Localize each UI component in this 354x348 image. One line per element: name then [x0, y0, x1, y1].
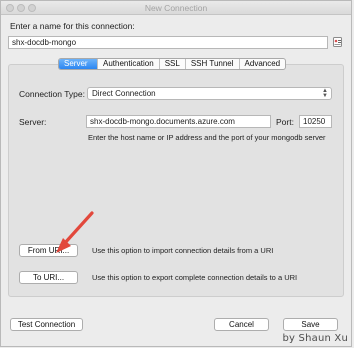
tab-authentication[interactable]: Authentication: [97, 59, 159, 69]
from-uri-button[interactable]: From URI...: [19, 244, 78, 257]
tab-server[interactable]: Server: [59, 59, 97, 69]
server-help-text: Enter the host name or IP address and th…: [88, 133, 326, 142]
updown-chevron-icon: ▲ ▼: [322, 88, 328, 99]
tab-advanced[interactable]: Advanced: [238, 59, 286, 69]
save-button[interactable]: Save: [283, 318, 338, 331]
to-uri-hint: Use this option to export complete conne…: [92, 273, 298, 282]
connection-name-label: Enter a name for this connection:: [10, 21, 135, 31]
server-label: Server:: [19, 117, 47, 127]
port-input[interactable]: 10250: [299, 115, 332, 128]
tab-ssl[interactable]: SSL: [158, 59, 185, 69]
connection-type-select[interactable]: Direct Connection ▲ ▼: [87, 87, 332, 100]
tab-bar: Server Authentication SSL SSH Tunnel Adv…: [58, 58, 287, 70]
cancel-button[interactable]: Cancel: [214, 318, 269, 331]
server-host-input[interactable]: shx-docdb-mongo.documents.azure.com: [86, 115, 271, 128]
connection-type-value: Direct Connection: [92, 89, 156, 98]
window-title: New Connection: [144, 3, 208, 13]
connection-type-label: Connection Type:: [19, 89, 85, 99]
title-bar: New Connection: [1, 1, 351, 15]
watermark-text: by Shaun Xu: [282, 333, 348, 344]
tab-ssh-tunnel[interactable]: SSH Tunnel: [184, 59, 239, 69]
test-connection-button[interactable]: Test Connection: [10, 318, 83, 331]
connection-name-input[interactable]: shx-docdb-mongo: [8, 36, 328, 49]
to-uri-button[interactable]: To URI...: [19, 271, 78, 284]
address-card-icon[interactable]: [333, 37, 342, 47]
port-label: Port:: [276, 117, 294, 127]
from-uri-hint: Use this option to import connection det…: [92, 246, 274, 255]
